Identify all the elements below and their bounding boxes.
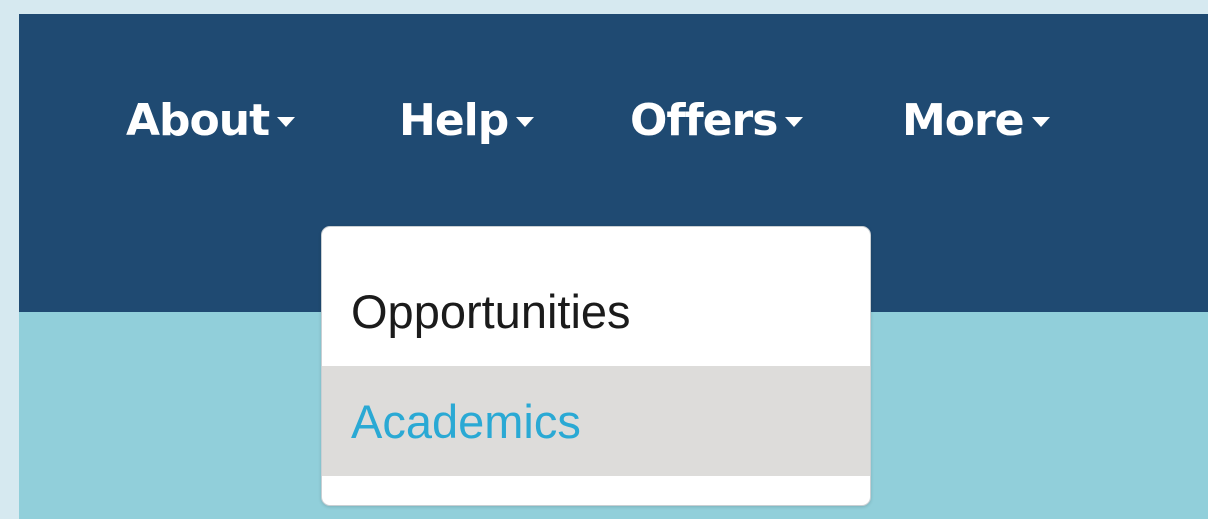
nav-item-about[interactable]: About xyxy=(126,88,296,152)
nav-item-label: Offers xyxy=(630,94,778,146)
nav-item-label: About xyxy=(126,94,270,146)
dropdown-item-academics[interactable]: Academics xyxy=(322,366,870,476)
nav-item-offers[interactable]: Offers xyxy=(630,88,804,152)
nav-item-label: More xyxy=(902,94,1025,146)
dropdown-item-label: Opportunities xyxy=(351,284,631,338)
caret-down-icon xyxy=(785,117,804,127)
help-dropdown-menu: Opportunities Academics xyxy=(321,226,871,506)
dropdown-item-label: Academics xyxy=(351,394,581,448)
nav-item-label: Help xyxy=(399,94,509,146)
caret-down-icon xyxy=(1031,117,1050,127)
dropdown-item-opportunities[interactable]: Opportunities xyxy=(322,256,870,366)
nav-item-help[interactable]: Help xyxy=(399,88,535,152)
nav-item-more[interactable]: More xyxy=(902,88,1050,152)
caret-down-icon xyxy=(516,117,535,127)
caret-down-icon xyxy=(277,117,296,127)
page-frame: About Help Offers More Opportunities Aca… xyxy=(19,14,1208,519)
